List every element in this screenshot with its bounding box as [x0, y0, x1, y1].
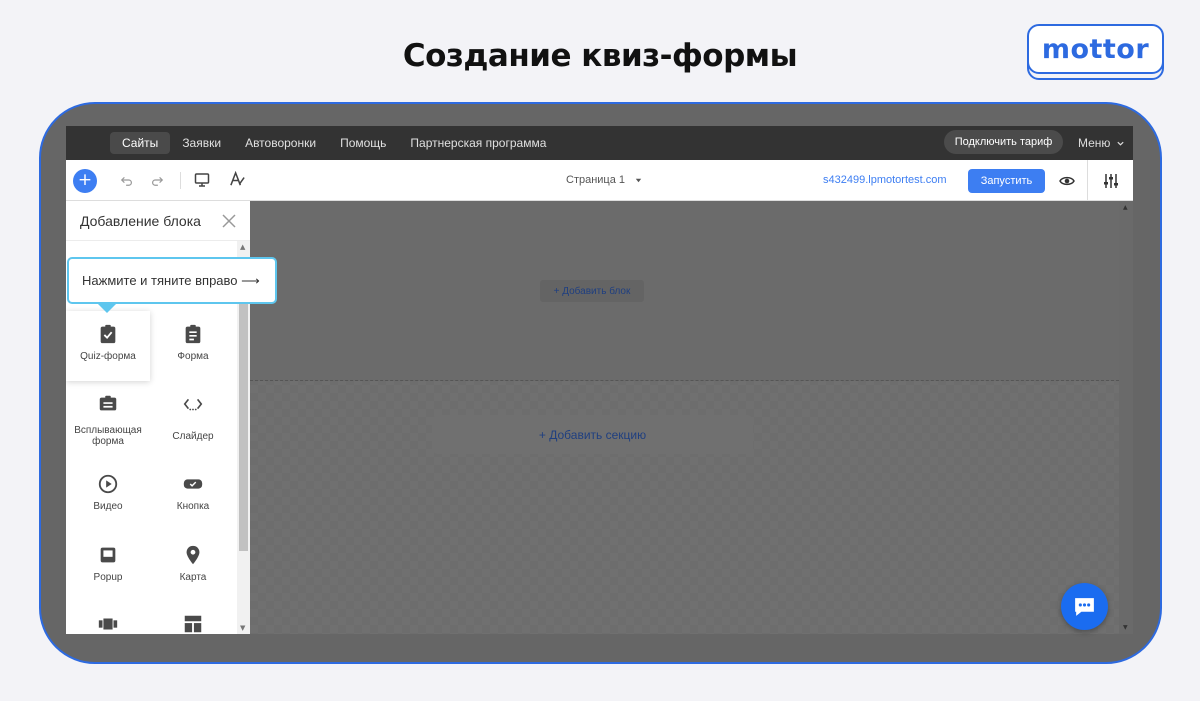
block-tile-form[interactable]: Форма	[151, 311, 235, 381]
block-tile-quiz-form[interactable]: Quiz-форма	[66, 311, 150, 381]
gallery-icon	[98, 618, 118, 630]
nav-item-funnels[interactable]: Автоворонки	[233, 132, 328, 154]
domain-link[interactable]: s432499.lpmotortest.com	[823, 160, 947, 201]
nav-item-requests[interactable]: Заявки	[170, 132, 233, 154]
desktop-icon[interactable]	[194, 172, 210, 188]
add-block-button[interactable]: + Добавить блок	[540, 280, 644, 302]
scroll-down-icon[interactable]: ▼	[240, 624, 245, 632]
block-tile-label: Popup	[93, 572, 123, 583]
layout-icon	[184, 615, 202, 633]
block-tile-label: Форма	[177, 351, 209, 362]
page-selector[interactable]: Страница 1	[566, 160, 643, 201]
block-tile-label: Карта	[179, 572, 207, 583]
canvas-section: + Добавить блок	[250, 201, 1119, 381]
chat-icon	[1075, 598, 1094, 616]
scroll-down-icon[interactable]: ▼	[1123, 624, 1128, 631]
launch-button[interactable]: Запустить	[968, 169, 1045, 193]
block-tile-label: Видео	[93, 501, 123, 512]
popup-form-icon	[99, 395, 117, 411]
block-tile-map[interactable]: Карта	[151, 532, 235, 602]
close-icon[interactable]	[221, 213, 237, 229]
toolbar-divider-right	[1087, 160, 1088, 201]
nav-item-help[interactable]: Помощь	[328, 132, 398, 154]
settings-sliders-icon[interactable]	[1102, 172, 1120, 190]
caret-down-icon	[635, 178, 642, 182]
undo-icon[interactable]	[120, 173, 134, 187]
chevron-down-icon	[1117, 142, 1124, 147]
connect-plan-button[interactable]: Подключить тариф	[944, 130, 1063, 154]
block-tile-layout[interactable]	[151, 601, 235, 634]
scroll-up-icon[interactable]: ▲	[240, 243, 245, 251]
font-style-icon[interactable]	[229, 171, 246, 188]
add-section-button[interactable]: + Добавить секцию	[432, 415, 753, 454]
button-icon	[183, 479, 203, 489]
block-tile-popup[interactable]: Popup	[66, 532, 150, 602]
editor-app: Сайты Заявки Автоворонки Помощь Партнерс…	[66, 126, 1133, 634]
scroll-up-icon[interactable]: ▲	[1123, 204, 1128, 211]
page-selector-label: Страница 1	[566, 174, 626, 186]
block-tile-button[interactable]: Кнопка	[151, 461, 235, 531]
map-pin-icon	[186, 545, 200, 565]
toolbar-divider	[180, 172, 181, 189]
editor-toolbar: + Страница 1 s432499.lpmotortest.com Зап…	[66, 160, 1133, 201]
drag-hint-tooltip: Нажмите и тяните вправо ⟶	[67, 257, 277, 304]
canvas-scrollbar[interactable]: ▲ ▼	[1119, 201, 1133, 634]
chat-button[interactable]	[1061, 583, 1108, 630]
clipboard-list-icon	[185, 324, 201, 344]
tooltip-arrow	[98, 304, 116, 313]
block-tile-label: Слайдер	[172, 431, 214, 442]
clipboard-check-icon	[100, 324, 116, 344]
plus-icon[interactable]: +	[73, 169, 97, 193]
scroll-thumb[interactable]	[239, 301, 248, 551]
menu-label: Меню	[1078, 136, 1111, 150]
nav-item-sites[interactable]: Сайты	[110, 132, 171, 154]
logo-text: mottor	[1027, 24, 1164, 74]
slider-icon	[183, 398, 203, 411]
block-tile-slider[interactable]: Слайдер	[151, 381, 235, 451]
nav-item-partner[interactable]: Партнерская программа	[398, 132, 558, 154]
popup-icon	[100, 547, 116, 563]
panel-title: Добавление блока	[80, 213, 201, 229]
panel-header: Добавление блока	[66, 201, 250, 241]
play-circle-icon	[98, 474, 118, 494]
block-tile-label: Quiz-форма	[80, 351, 136, 362]
block-tile-label: Всплывающая форма	[74, 425, 142, 447]
redo-icon[interactable]	[150, 173, 164, 187]
block-tile-gallery[interactable]	[66, 601, 150, 634]
block-tile-video[interactable]: Видео	[66, 461, 150, 531]
block-tile-popup-form[interactable]: Всплывающая форма	[66, 381, 150, 451]
eye-icon[interactable]	[1059, 173, 1075, 189]
menu-button[interactable]: Меню	[1078, 126, 1125, 160]
mottor-logo: mottor	[1027, 24, 1164, 80]
page-heading: Создание квиз-формы	[402, 38, 798, 74]
block-tile-label: Кнопка	[176, 501, 210, 512]
page-canvas: + Добавить блок + Добавить секцию ▲ ▼	[250, 201, 1133, 634]
top-navigation: Сайты Заявки Автоворонки Помощь Партнерс…	[66, 126, 1133, 160]
